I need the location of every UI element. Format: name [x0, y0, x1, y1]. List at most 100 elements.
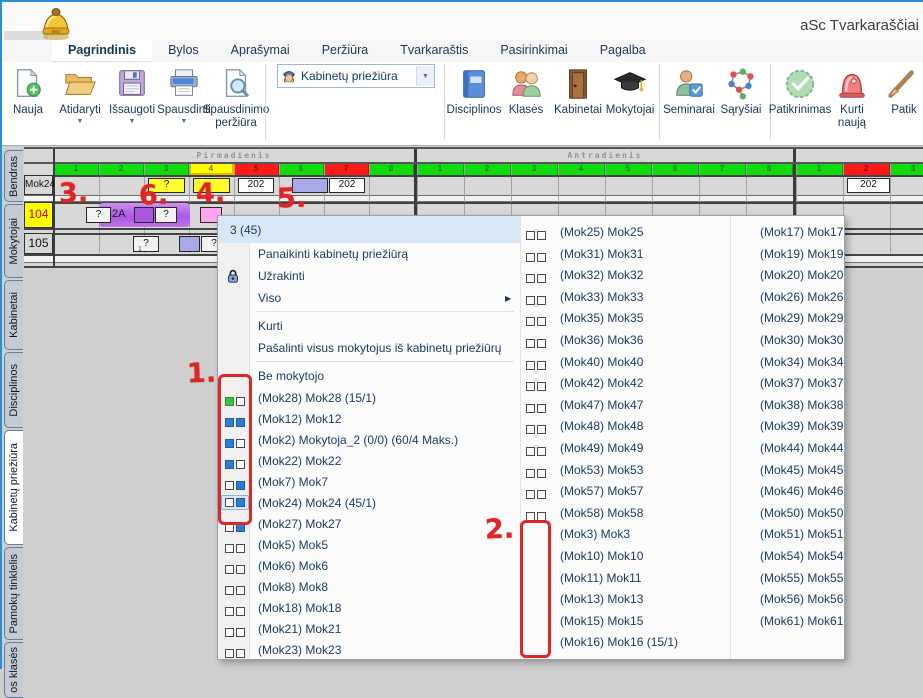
toolbar-button-patik[interactable]: Patik [878, 64, 923, 117]
menu-teacher-mok8[interactable]: (Mok8) Mok8 [258, 576, 328, 598]
menu-teacher-mok22[interactable]: (Mok22) Mok22 [258, 450, 341, 472]
teacher-state[interactable] [225, 645, 245, 663]
period-column-header[interactable]: 2 [99, 162, 144, 175]
tab-bylos[interactable]: Bylos [152, 40, 215, 62]
menu-teacher-mok33[interactable]: (Mok33) Mok33 [560, 286, 643, 308]
menu-teacher-mok48[interactable]: (Mok48) Mok48 [560, 415, 643, 437]
teacher-state[interactable] [225, 624, 245, 642]
sidebar-tab-bendras[interactable]: Bendras [4, 150, 23, 202]
period-column-header[interactable]: 4 [189, 162, 234, 175]
tab-aprašymai[interactable]: Aprašymai [215, 40, 306, 62]
menu-teacher-mok23[interactable]: (Mok23) Mok23 [258, 639, 341, 661]
toolbar-button-klasės[interactable]: Klasės [500, 64, 552, 117]
menu-teacher-mok29[interactable]: (Mok29) Mok29 [760, 307, 843, 329]
menu-teacher-mok6[interactable]: (Mok6) Mok6 [258, 555, 328, 577]
menu-teacher-mok3[interactable]: (Mok3) Mok3 [560, 523, 630, 545]
menu-action-kurti[interactable]: Kurti [258, 315, 283, 337]
toolbar-button-nauja[interactable]: Nauja [2, 64, 54, 117]
menu-teacher-mok26[interactable]: (Mok26) Mok26 [760, 286, 843, 308]
period-column-header[interactable]: 2 [843, 162, 890, 175]
menu-teacher-mok53[interactable]: (Mok53) Mok53 [560, 459, 643, 481]
menu-teacher-mok51[interactable]: (Mok51) Mok51 [760, 523, 843, 545]
timetable-cell-?[interactable]: ? [86, 207, 111, 223]
menu-teacher-mok40[interactable]: (Mok40) Mok40 [560, 351, 643, 373]
teacher-state[interactable] [526, 400, 546, 418]
toolbar-button-spausdinimo[interactable]: Spausdinimo peržiūra [210, 64, 262, 130]
period-column-header[interactable]: 1 [417, 162, 464, 175]
menu-teacher-mok30[interactable]: (Mok30) Mok30 [760, 329, 843, 351]
asc-bell-logo-icon[interactable]: asc [38, 4, 74, 42]
menu-teacher-mok2[interactable]: (Mok2) Mokytoja_2 (0/0) (60/4 Maks.) [258, 429, 458, 451]
period-column-header[interactable]: 3 [511, 162, 558, 175]
teacher-state[interactable] [225, 582, 245, 600]
tab-pagalba[interactable]: Pagalba [584, 40, 662, 62]
period-column-header[interactable]: 5 [234, 162, 279, 175]
row-header-105[interactable]: 105 [24, 233, 53, 254]
teacher-state[interactable] [526, 443, 546, 461]
period-column-header[interactable]: 8 [746, 162, 793, 175]
menu-teacher-mok39[interactable]: (Mok39) Mok39 [760, 415, 843, 437]
teacher-state[interactable] [526, 357, 546, 375]
menu-action-užrakinti[interactable]: Užrakinti [258, 265, 305, 287]
toolbar-button-disciplinos[interactable]: Disciplinos [448, 64, 500, 117]
timetable-cell[interactable] [179, 236, 200, 252]
period-column-header[interactable]: 2 [464, 162, 511, 175]
menu-teacher-mok21[interactable]: (Mok21) Mok21 [258, 618, 341, 640]
menu-teacher-mok34[interactable]: (Mok34) Mok34 [760, 351, 843, 373]
row-header-104[interactable]: 104 [24, 202, 53, 228]
menu-teacher-mok25[interactable]: (Mok25) Mok25 [560, 221, 643, 243]
toolbar-button-seminarai[interactable]: Seminarai [663, 64, 715, 117]
menu-teacher-mok50[interactable]: (Mok50) Mok50 [760, 502, 843, 524]
menu-teacher-mok49[interactable]: (Mok49) Mok49 [560, 437, 643, 459]
menu-teacher-mok28[interactable]: (Mok28) Mok28 (15/1) [258, 387, 376, 409]
menu-teacher-mok31[interactable]: (Mok31) Mok31 [560, 243, 643, 265]
menu-action-pašalinti[interactable]: Pašalinti visus mokytojus iš kabinetų pr… [258, 337, 501, 359]
menu-teacher-mok11[interactable]: (Mok11) Mok11 [560, 567, 642, 589]
toolbar-button-kurti[interactable]: Kurti naują [826, 64, 878, 130]
menu-teacher-mok45[interactable]: (Mok45) Mok45 [760, 459, 843, 481]
teacher-state[interactable] [225, 603, 245, 621]
period-column-header[interactable]: 8 [369, 162, 414, 175]
tab-peržiūra[interactable]: Peržiūra [306, 40, 385, 62]
menu-teacher-mok54[interactable]: (Mok54) Mok54 [760, 545, 843, 567]
timetable-cell-202[interactable]: 202 [329, 178, 365, 193]
menu-teacher-mok18[interactable]: (Mok18) Mok18 [258, 597, 341, 619]
period-column-header[interactable]: 6 [279, 162, 324, 175]
teacher-state[interactable] [225, 540, 245, 558]
timetable-cell-202[interactable]: 202 [847, 178, 890, 193]
menu-teacher-mok38[interactable]: (Mok38) Mok38 [760, 394, 843, 416]
sidebar-tab-pamokų-tinklelis[interactable]: Pamokų tinklelis [4, 547, 23, 640]
period-column-header[interactable]: 6 [652, 162, 699, 175]
toolbar-button-kabinetai[interactable]: Kabinetai [552, 64, 604, 117]
timetable-cell-202[interactable]: 202 [238, 178, 274, 193]
tab-tvarkaraštis[interactable]: Tvarkaraštis [384, 40, 484, 62]
menu-teacher-mok32[interactable]: (Mok32) Mok32 [560, 264, 643, 286]
menu-teacher-mok24[interactable]: (Mok24) Mok24 (45/1) [258, 492, 376, 514]
combobox-dropdown-button[interactable]: ▼ [416, 66, 434, 86]
period-column-header[interactable]: 1 [796, 162, 843, 175]
menu-teacher-mok10[interactable]: (Mok10) Mok10 [560, 545, 643, 567]
menu-teacher-mok37[interactable]: (Mok37) Mok37 [760, 372, 843, 394]
toolbar-button-išsaugoti[interactable]: Išsaugoti▼ [106, 64, 158, 126]
menu-teacher-mok56[interactable]: (Mok56) Mok56 [760, 588, 843, 610]
menu-teacher-mok35[interactable]: (Mok35) Mok35 [560, 307, 643, 329]
toolbar-button-atidaryti[interactable]: Atidaryti▼ [54, 64, 106, 126]
menu-teacher-mok7[interactable]: (Mok7) Mok7 [258, 471, 328, 493]
sidebar-tab-mokytojai[interactable]: Mokytojai [4, 204, 23, 278]
period-column-header[interactable]: 5 [605, 162, 652, 175]
period-column-header[interactable]: 7 [324, 162, 369, 175]
menu-teacher-mok44[interactable]: (Mok44) Mok44 [760, 437, 843, 459]
menu-teacher-mok13[interactable]: (Mok13) Mok13 [560, 588, 643, 610]
menu-teacher-mok27[interactable]: (Mok27) Mok27 [258, 513, 341, 535]
menu-teacher-mok61[interactable]: (Mok61) Mok61 [760, 610, 843, 632]
menu-teacher-mok46[interactable]: (Mok46) Mok46 [760, 480, 843, 502]
toolbar-button-patikrinimas[interactable]: Patikrinimas [774, 64, 826, 117]
dropdown-caret-icon[interactable]: ▼ [181, 118, 188, 126]
menu-teacher-mok16[interactable]: (Mok16) Mok16 (15/1) [560, 631, 678, 653]
menu-teacher-mok36[interactable]: (Mok36) Mok36 [560, 329, 643, 351]
dropdown-caret-icon[interactable]: ▼ [77, 118, 84, 126]
toolbar-button-sąryšiai[interactable]: Sąryšiai [715, 64, 767, 117]
teacher-state[interactable] [526, 486, 546, 504]
menu-teacher-mok58[interactable]: (Mok58) Mok58 [560, 502, 643, 524]
tab-pagrindinis[interactable]: Pagrindinis [52, 40, 152, 62]
